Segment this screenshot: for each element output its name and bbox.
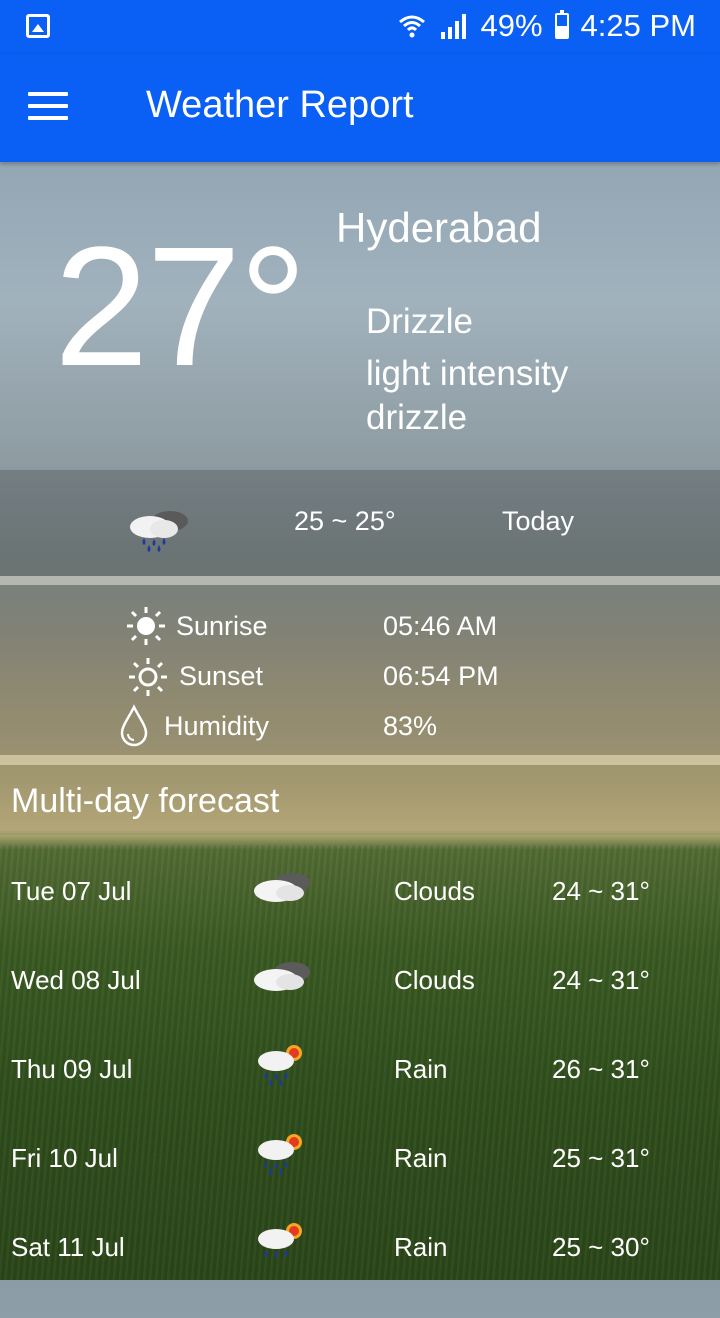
current-temperature: 27° [54, 212, 307, 402]
today-temp-range: 25 ~ 25° [294, 506, 396, 536]
forecast-range: 26 ~ 31° [552, 1054, 650, 1084]
forecast-date: Wed 08 Jul [11, 965, 141, 995]
rain-cloud-icon [130, 511, 188, 552]
city-name: Hyderabad [336, 204, 542, 251]
rain-sun-icon [258, 1045, 302, 1086]
wifi-icon [398, 15, 425, 38]
sun-humidity-details [0, 585, 720, 755]
hamburger-menu-icon[interactable] [28, 92, 68, 122]
rain-sun-icon [258, 1223, 302, 1258]
forecast-date: Sat 11 Jul [11, 1232, 125, 1262]
forecast-condition: Clouds [394, 965, 475, 995]
forecast-date: Thu 09 Jul [11, 1054, 133, 1084]
forecast-date: Tue 07 Jul [11, 876, 132, 906]
current-description: light intensity drizzle [366, 354, 569, 437]
forecast-condition: Rain [394, 1054, 448, 1084]
battery-percent: 49% [480, 8, 543, 43]
forecast-range: 24 ~ 31° [552, 965, 650, 995]
humidity-drop-icon [120, 704, 148, 747]
forecast-date: Fri 10 Jul [11, 1143, 118, 1173]
clouds-icon [254, 873, 310, 902]
signal-icon [440, 14, 466, 39]
rain-sun-icon [258, 1134, 302, 1175]
battery-icon [554, 10, 569, 39]
humidity-value: 83% [383, 711, 438, 741]
humidity-label: Humidity [164, 711, 270, 741]
status-bar: 49% 4:25 PM [0, 0, 720, 54]
forecast-row[interactable]: Wed 08 Jul Clouds 24 ~ 31° [0, 962, 720, 1051]
forecast-condition: Rain [394, 1232, 448, 1262]
app-title: Weather Report [146, 84, 414, 126]
forecast-row[interactable]: Sat 11 Jul Rain 25 ~ 30° [0, 1223, 720, 1318]
clouds-icon [254, 962, 310, 991]
forecast-range: 24 ~ 31° [552, 876, 650, 906]
sunrise-value: 05:46 AM [383, 611, 498, 641]
sunset-value: 06:54 PM [383, 661, 499, 691]
gallery-icon [26, 14, 50, 38]
sunrise-icon [127, 607, 165, 645]
forecast-title: Multi-day forecast [11, 782, 280, 820]
forecast-row[interactable]: Fri 10 Jul Rain 25 ~ 31° [0, 1134, 720, 1229]
forecast-condition: Rain [394, 1143, 448, 1173]
today-label: Today [502, 506, 575, 536]
status-time: 4:25 PM [580, 8, 696, 43]
forecast-condition: Clouds [394, 876, 475, 906]
forecast-row[interactable]: Tue 07 Jul Clouds 24 ~ 31° [0, 873, 720, 962]
sunrise-label: Sunrise [176, 611, 268, 641]
sunset-icon [129, 658, 167, 696]
sunset-label: Sunset [179, 661, 264, 691]
divider [0, 755, 720, 765]
forecast-range: 25 ~ 30° [552, 1232, 650, 1262]
forecast-row[interactable]: Thu 09 Jul Rain 26 ~ 31° [0, 1045, 720, 1140]
current-condition: Drizzle [366, 302, 473, 341]
app-bar: Weather Report [0, 54, 720, 162]
divider [0, 576, 720, 585]
status-icons: 49% 4:25 PM [397, 8, 696, 44]
forecast-range: 25 ~ 31° [552, 1143, 650, 1173]
